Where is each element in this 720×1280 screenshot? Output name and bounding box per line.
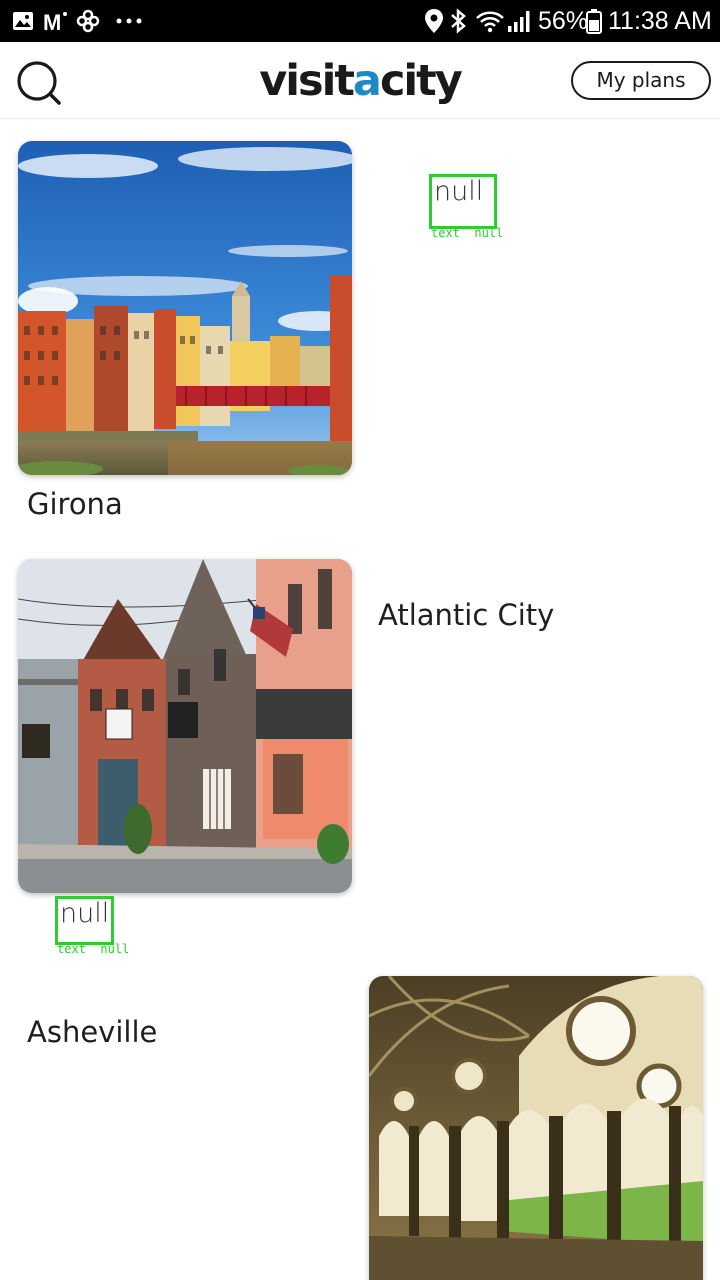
my-plans-button[interactable]: My plans bbox=[571, 61, 711, 100]
pinwheel-icon bbox=[76, 9, 100, 33]
clock: 11:38 AM bbox=[608, 7, 712, 35]
girona-photo[interactable] bbox=[18, 141, 352, 475]
asheville-photo[interactable] bbox=[369, 976, 703, 1280]
logo-prefix: visit bbox=[259, 56, 355, 106]
wifi-icon bbox=[476, 11, 504, 33]
bluetooth-icon bbox=[451, 8, 466, 34]
gallery-icon bbox=[13, 12, 33, 30]
svg-text:M: M bbox=[43, 10, 61, 32]
gmail-icon: M bbox=[43, 10, 67, 32]
null-text-caption: text null bbox=[431, 226, 504, 240]
app-header: visitacity My plans bbox=[0, 42, 720, 119]
location-icon bbox=[425, 9, 443, 33]
signal-icon bbox=[508, 11, 530, 32]
logo-accent: a bbox=[352, 56, 382, 106]
atlantic-city-photo[interactable] bbox=[18, 559, 352, 893]
city-name-girona[interactable]: Girona bbox=[27, 487, 123, 521]
more-dots-icon bbox=[116, 18, 142, 24]
null-text-placeholder: null bbox=[55, 896, 114, 945]
status-bar: M 56% 11:38 AM bbox=[0, 0, 720, 42]
null-text-caption: text null bbox=[57, 942, 130, 956]
battery-percentage: 56% bbox=[538, 7, 589, 35]
city-name-atlantic-city[interactable]: Atlantic City bbox=[378, 598, 554, 632]
battery-icon bbox=[586, 9, 602, 34]
logo-suffix: city bbox=[379, 56, 463, 106]
city-name-asheville[interactable]: Asheville bbox=[27, 1015, 157, 1049]
null-text-placeholder: null bbox=[429, 174, 497, 229]
